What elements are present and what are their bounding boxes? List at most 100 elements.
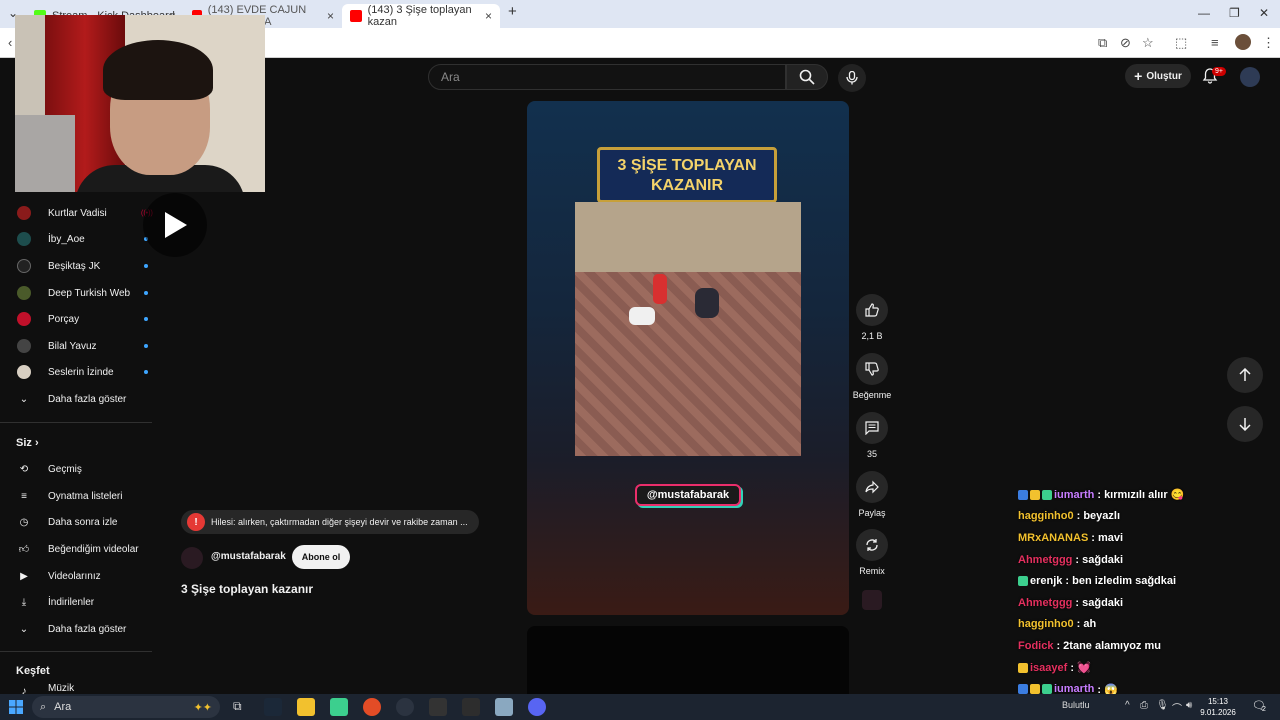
share-label: Paylaş <box>858 508 886 518</box>
sidebar-sub-iby-aoe[interactable]: İby_Aoe <box>16 228 148 250</box>
nvidia-icon[interactable] <box>462 698 480 716</box>
sidebar-item-label: Daha fazla göster <box>48 623 127 635</box>
browser-profile-avatar[interactable] <box>1235 34 1251 50</box>
volume-icon[interactable]: 🔊︎ <box>1186 700 1192 711</box>
chat-text: : kırmızılı alıır 😋 <box>1097 489 1185 502</box>
voice-search-button[interactable] <box>838 64 866 92</box>
sidebar-item-label: Geçmiş <box>48 463 82 475</box>
chat-badge-icon <box>1018 684 1028 695</box>
chrome-icon[interactable] <box>363 698 381 716</box>
dislike-button[interactable]: Beğenme <box>852 353 892 400</box>
sidebar-item-watch-later[interactable]: ◷ Daha sonra izle <box>16 511 146 533</box>
windows-start-icon[interactable] <box>9 700 23 714</box>
network-icon[interactable]: ⌒ <box>1172 700 1182 715</box>
remix-button[interactable]: Remix <box>852 529 892 576</box>
sidebar-sub-besiktas[interactable]: Beşiktaş JK <box>16 255 148 277</box>
play-button[interactable] <box>143 193 207 257</box>
next-short-button[interactable] <box>1227 406 1263 442</box>
sidebar-sub-seslerin-izinde[interactable]: Seslerin İzinde <box>16 361 148 383</box>
chat-message: hagginho0: ah <box>1018 614 1280 636</box>
chevron-right-icon: › <box>34 437 39 449</box>
extensions-icon[interactable]: ⬚ <box>1175 35 1187 51</box>
channel-avatar <box>17 286 31 300</box>
tab-active-short[interactable]: (143) 3 Şişe toplayan kazan × <box>342 4 500 28</box>
sidebar-item-your-videos[interactable]: ▶ Videolarınız <box>16 565 146 587</box>
like-button[interactable]: 2,1 B <box>852 294 892 341</box>
sound-thumbnail[interactable] <box>862 590 882 610</box>
sidebar-item-playlists[interactable]: ≡ Oynatma listeleri <box>16 485 146 507</box>
back-icon[interactable]: ‹ <box>8 35 12 50</box>
taskbar-search[interactable]: ⌕ Ara ✦✦ <box>32 696 220 718</box>
store-icon[interactable] <box>330 698 348 716</box>
taskbar-clock[interactable]: 15:13 9.01.2026 <box>1198 696 1238 718</box>
child-figure <box>653 274 667 304</box>
youtube-icon <box>350 10 362 22</box>
sidebar-item-downloads[interactable]: ⤓ İndirilenler <box>16 591 146 613</box>
sidebar-item-history[interactable]: ⟲ Geçmiş <box>16 458 146 480</box>
eye-off-icon[interactable]: ⊘ <box>1120 35 1131 51</box>
next-short-preview[interactable] <box>527 626 849 696</box>
short-video-player[interactable]: 3 ŞİŞE TOPLAYAN KAZANIR @mustafabarak <box>527 101 849 615</box>
tray-chevron-icon[interactable]: ^ <box>1125 700 1130 711</box>
discord-icon[interactable] <box>528 698 546 716</box>
minimize-icon[interactable]: — <box>1198 6 1210 20</box>
subscribe-button[interactable]: Abone ol <box>292 545 350 569</box>
sidebar-section-explore[interactable]: Keşfet <box>16 665 50 677</box>
close-icon[interactable]: × <box>485 9 492 23</box>
sidebar-sub-kurtlar-vadisi[interactable]: Kurtlar Vadisi ((•)) <box>16 202 153 224</box>
epic-games-icon[interactable] <box>429 698 447 716</box>
app-icon[interactable] <box>495 698 513 716</box>
cast-icon[interactable]: ⧉ <box>1098 35 1107 51</box>
obs-icon[interactable] <box>396 698 414 716</box>
comment-icon <box>856 412 888 444</box>
steam-icon[interactable] <box>264 698 282 716</box>
comments-button[interactable]: 35 <box>852 412 892 459</box>
download-icon: ⤓ <box>21 596 27 608</box>
clock-time: 15:13 <box>1207 697 1229 706</box>
sidebar-item-music[interactable]: ♪ Müzik <box>16 683 146 694</box>
menu-kebab-icon[interactable]: ⋮ <box>1262 35 1275 51</box>
channel-avatar <box>17 259 31 273</box>
microphone-icon <box>846 71 858 85</box>
short-info-pill[interactable]: ! Hilesi: alırken, çaktırmadan diğer şiş… <box>181 510 479 534</box>
sidebar-item-label: Daha fazla göster <box>48 393 127 405</box>
sidebar-show-more-subs[interactable]: ⌄ Daha fazla göster <box>16 388 146 410</box>
sidebar-section-you[interactable]: Siz › <box>16 437 39 449</box>
chat-badge-icon <box>1042 684 1052 695</box>
dislike-label: Beğenme <box>852 390 892 400</box>
sidebar-item-label: Bilal Yavuz <box>48 340 97 352</box>
thumb-up-icon <box>856 294 888 326</box>
sidebar-sub-deep-turkish-web[interactable]: Deep Turkish Web <box>16 282 148 304</box>
microphone-icon[interactable]: 🎙︎ <box>1156 700 1169 711</box>
new-tab-button[interactable]: + <box>508 3 517 20</box>
media-control-icon[interactable]: ≡ <box>1211 35 1219 50</box>
task-view-icon[interactable]: ⧉ <box>233 699 242 714</box>
remix-icon <box>856 529 888 561</box>
weather-label[interactable]: Bulutlu <box>1062 700 1090 710</box>
close-icon[interactable]: × <box>327 9 334 23</box>
previous-short-button[interactable] <box>1227 357 1263 393</box>
bookmark-star-icon[interactable]: ☆ <box>1142 35 1154 51</box>
sidebar-item-label: İby_Aoe <box>48 233 85 245</box>
close-window-icon[interactable]: ✕ <box>1259 6 1269 20</box>
sidebar-show-more-you[interactable]: ⌄ Daha fazla göster <box>16 618 146 640</box>
restore-icon[interactable]: ❐ <box>1229 6 1240 20</box>
chat-text: : beyazlı <box>1076 510 1121 523</box>
share-button[interactable]: Paylaş <box>852 471 892 518</box>
sidebar-item-liked-videos[interactable]: 👍︎ Beğendiğim videolar <box>16 538 146 560</box>
info-icon: ! <box>187 513 205 531</box>
search-button[interactable] <box>786 64 828 90</box>
sidebar-item-label: Porçay <box>48 313 80 325</box>
channel-avatar[interactable] <box>181 547 203 569</box>
tray-app-icon[interactable]: ⎙ <box>1140 700 1148 711</box>
create-button[interactable]: + Oluştur <box>1125 64 1191 88</box>
chat-message: Ahmetggg: sağdaki <box>1018 592 1280 614</box>
sidebar-sub-porcay[interactable]: Porçay <box>16 308 148 330</box>
sidebar-item-label: Beğendiğim videolar <box>48 543 139 555</box>
account-avatar[interactable] <box>1240 67 1260 87</box>
search-input[interactable]: Ara <box>428 64 786 90</box>
new-content-dot <box>144 317 148 321</box>
channel-name[interactable]: @mustafabarak <box>211 551 286 562</box>
sidebar-sub-bilal-yavuz[interactable]: Bilal Yavuz <box>16 335 148 357</box>
file-explorer-icon[interactable] <box>297 698 315 716</box>
